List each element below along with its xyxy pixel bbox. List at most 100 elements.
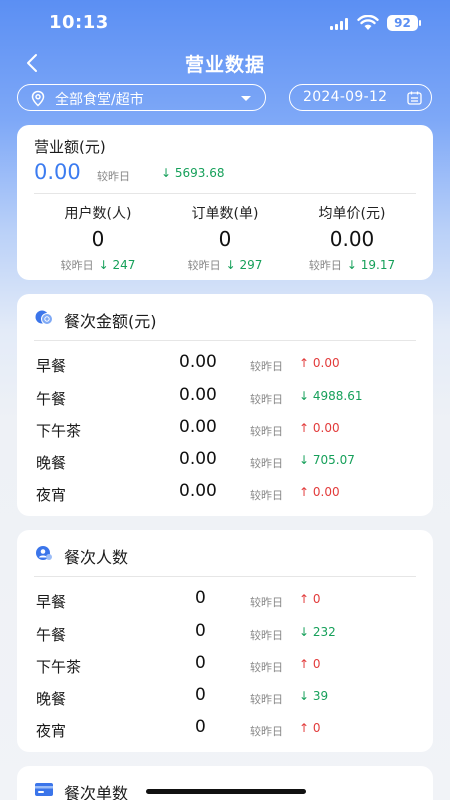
compare-label: 较昨日 <box>187 259 221 272</box>
meal-label: 晚餐 <box>36 454 67 472</box>
revenue-label: 营业额(元) <box>34 138 106 156</box>
compare-label: 较昨日 <box>250 457 283 470</box>
meal-value: 0 <box>195 653 206 673</box>
compare-label: 较昨日 <box>60 259 94 272</box>
metric-compare: 较昨日 ↓ 247 <box>29 257 167 273</box>
meal-delta: ↑ 0 <box>299 592 321 606</box>
section-title: 餐次单数 <box>64 784 129 800</box>
date-picker[interactable]: 2024-09-12 <box>289 84 432 111</box>
calendar-icon <box>407 91 422 105</box>
revenue-summary-card: 营业额(元) 0.00 较昨日 ↓ 5693.68 用户数(人) 0 较昨日 ↓ … <box>17 125 433 280</box>
compare-label: 较昨日 <box>250 629 283 642</box>
compare-label: 较昨日 <box>250 596 283 609</box>
meal-label: 午餐 <box>36 626 67 644</box>
metric-orders: 订单数(单) 0 较昨日 ↓ 297 <box>156 203 294 273</box>
meal-label: 早餐 <box>36 357 67 375</box>
list-item: 晚餐 0 较昨日 ↓ 39 <box>17 683 433 713</box>
list-item: 下午茶 0.00 较昨日 ↑ 0.00 <box>17 415 433 445</box>
meal-value: 0 <box>195 685 206 705</box>
compare-label: 较昨日 <box>250 661 283 674</box>
wifi-icon <box>357 15 379 30</box>
canteen-select[interactable]: 全部食堂/超市 <box>17 84 266 111</box>
metric-delta: ↓ 19.17 <box>346 258 396 272</box>
meal-delta: ↑ 0 <box>299 657 321 671</box>
signal-icon <box>330 18 350 30</box>
list-item: 下午茶 0 较昨日 ↑ 0 <box>17 651 433 681</box>
list-item: 夜宵 0 较昨日 ↑ 0 <box>17 715 433 745</box>
compare-label: 较昨日 <box>250 393 283 406</box>
metric-compare: 较昨日 ↓ 297 <box>156 257 294 273</box>
meal-label: 早餐 <box>36 593 67 611</box>
meal-amount-card: 餐次金额(元) 早餐 0.00 较昨日 ↑ 0.00 午餐 0.00 较昨日 ↓… <box>17 294 433 516</box>
divider <box>34 576 416 577</box>
meal-value: 0.00 <box>179 449 217 469</box>
meal-delta: ↓ 232 <box>299 625 336 639</box>
metric-users: 用户数(人) 0 较昨日 ↓ 247 <box>29 203 167 273</box>
meal-value: 0.00 <box>179 385 217 405</box>
meal-label: 下午茶 <box>36 422 82 440</box>
metric-compare: 较昨日 ↓ 19.17 <box>283 257 421 273</box>
compare-label: 较昨日 <box>250 425 283 438</box>
meal-delta: ↑ 0.00 <box>299 356 340 370</box>
canteen-select-value: 全部食堂/超市 <box>55 92 144 108</box>
section-title: 餐次金额(元) <box>64 312 157 331</box>
list-item: 午餐 0.00 较昨日 ↓ 4988.61 <box>17 383 433 413</box>
filter-bar: 全部食堂/超市 2024-09-12 <box>0 84 450 112</box>
revenue-delta: ↓ 5693.68 <box>161 166 225 180</box>
coins-icon <box>35 310 53 325</box>
metric-delta: ↓ 247 <box>98 258 136 272</box>
meal-orders-card: 餐次单数 <box>17 766 433 800</box>
orders-icon <box>35 783 53 796</box>
metric-label: 用户数(人) <box>64 206 132 222</box>
page-title: 营业数据 <box>184 54 265 76</box>
status-time: 10:13 <box>49 12 109 33</box>
status-bar: 10:13 92 <box>0 0 450 46</box>
meal-label: 夜宵 <box>36 486 67 504</box>
metric-value: 0.00 <box>329 227 375 251</box>
metric-label: 均单价(元) <box>318 206 386 222</box>
compare-label: 较昨日 <box>250 360 283 373</box>
compare-label: 较昨日 <box>97 170 130 183</box>
meal-value: 0 <box>195 621 206 641</box>
compare-label: 较昨日 <box>250 693 283 706</box>
compare-label: 较昨日 <box>250 725 283 738</box>
meal-label: 晚餐 <box>36 690 67 708</box>
metric-value: 0 <box>91 227 105 251</box>
meal-delta: ↓ 4988.61 <box>299 389 363 403</box>
meal-value: 0.00 <box>179 481 217 501</box>
compare-label: 较昨日 <box>250 489 283 502</box>
meal-delta: ↑ 0.00 <box>299 485 340 499</box>
compare-label: 较昨日 <box>308 259 342 272</box>
location-icon <box>31 90 45 107</box>
list-item: 夜宵 0.00 较昨日 ↑ 0.00 <box>17 479 433 509</box>
meal-value: 0 <box>195 717 206 737</box>
metric-label: 订单数(单) <box>191 206 259 222</box>
meal-delta: ↓ 705.07 <box>299 453 355 467</box>
list-item: 早餐 0.00 较昨日 ↑ 0.00 <box>17 350 433 380</box>
metric-delta: ↓ 297 <box>225 258 263 272</box>
chevron-down-icon <box>241 96 251 101</box>
divider <box>34 193 416 194</box>
nav-bar: 营业数据 <box>0 46 450 80</box>
meal-label: 午餐 <box>36 390 67 408</box>
section-title: 餐次人数 <box>64 548 129 567</box>
list-item: 晚餐 0.00 较昨日 ↓ 705.07 <box>17 447 433 477</box>
revenue-value: 0.00 <box>34 160 81 184</box>
battery-indicator: 92 <box>387 15 421 31</box>
divider <box>34 340 416 341</box>
list-item: 午餐 0 较昨日 ↓ 232 <box>17 619 433 649</box>
metric-avg-price: 均单价(元) 0.00 较昨日 ↓ 19.17 <box>283 203 421 273</box>
metric-value: 0 <box>218 227 232 251</box>
date-value: 2024-09-12 <box>303 89 388 105</box>
people-icon <box>36 546 52 560</box>
meal-label: 夜宵 <box>36 722 67 740</box>
list-item: 早餐 0 较昨日 ↑ 0 <box>17 586 433 616</box>
meal-value: 0.00 <box>179 352 217 372</box>
meal-delta: ↑ 0 <box>299 721 321 735</box>
home-indicator[interactable] <box>146 789 306 794</box>
meal-value: 0.00 <box>179 417 217 437</box>
meal-label: 下午茶 <box>36 658 82 676</box>
meal-delta: ↑ 0.00 <box>299 421 340 435</box>
meal-value: 0 <box>195 588 206 608</box>
meal-delta: ↓ 39 <box>299 689 329 703</box>
